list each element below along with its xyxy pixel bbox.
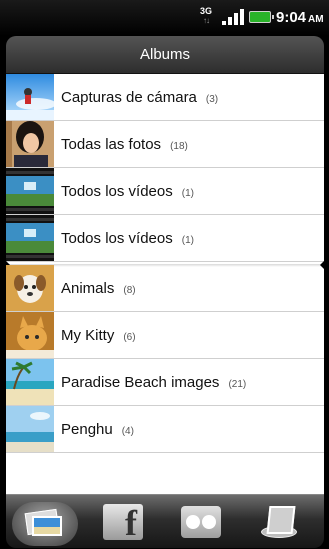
album-row[interactable]: Penghu (4) bbox=[6, 406, 324, 453]
tab-gallery[interactable] bbox=[12, 502, 78, 546]
puppy-thumbnail bbox=[6, 265, 54, 311]
tab-flickr[interactable] bbox=[168, 495, 234, 549]
album-count: (8) bbox=[123, 285, 136, 296]
skydiver-thumbnail bbox=[6, 74, 54, 120]
kitten-thumbnail bbox=[6, 312, 54, 358]
page-title: Albums bbox=[139, 46, 191, 63]
album-row[interactable]: Animals (8) bbox=[6, 265, 324, 312]
album-name: Todos los vídeos bbox=[61, 230, 173, 247]
clock: 9:04 AM bbox=[276, 9, 324, 26]
clock-ampm: AM bbox=[308, 14, 324, 25]
album-row[interactable]: Capturas de cámara (3) bbox=[6, 74, 324, 121]
portrait-thumbnail bbox=[6, 121, 54, 167]
album-row[interactable]: Todos los vídeos (1) bbox=[6, 168, 324, 215]
album-row[interactable]: Todos los vídeos (1) bbox=[6, 215, 324, 262]
tab-upload[interactable] bbox=[246, 495, 312, 549]
flickr-icon bbox=[181, 506, 221, 538]
album-count: (6) bbox=[123, 332, 136, 343]
gallery-icon bbox=[24, 508, 64, 537]
album-name: Capturas de cámara bbox=[61, 89, 197, 106]
beach-thumbnail bbox=[6, 359, 54, 405]
album-name: My Kitty bbox=[61, 327, 115, 344]
album-count: (1) bbox=[181, 235, 194, 246]
tab-facebook[interactable]: f bbox=[90, 495, 156, 549]
album-name: Penghu bbox=[61, 421, 113, 438]
album-count: (4) bbox=[121, 426, 134, 437]
data-activity-icon: ↑↓ bbox=[203, 16, 210, 25]
album-row[interactable]: Paradise Beach images (21) bbox=[6, 359, 324, 406]
network-indicator: 3G ↑↓ bbox=[199, 7, 213, 27]
album-count: (18) bbox=[170, 141, 188, 152]
battery-icon bbox=[249, 11, 274, 23]
upload-icon bbox=[259, 502, 299, 542]
album-count: (3) bbox=[205, 94, 219, 105]
album-row[interactable]: Todas las fotos (18) bbox=[6, 121, 324, 168]
facebook-icon: f bbox=[103, 504, 143, 540]
status-bar: 3G ↑↓ 9:04 AM bbox=[0, 0, 329, 36]
network-type: 3G bbox=[199, 6, 212, 16]
seaside-thumbnail bbox=[6, 406, 54, 452]
title-bar: Albums bbox=[6, 36, 324, 74]
bottom-tab-bar: f bbox=[6, 494, 324, 548]
album-name: Paradise Beach images bbox=[61, 374, 220, 391]
clock-time: 9:04 bbox=[276, 9, 307, 26]
album-name: Animals bbox=[61, 280, 115, 297]
video-thumbnail bbox=[6, 168, 54, 214]
album-name: Todas las fotos bbox=[61, 136, 162, 153]
album-row[interactable]: My Kitty (6) bbox=[6, 312, 324, 359]
album-count: (1) bbox=[181, 188, 194, 199]
signal-bars-icon bbox=[222, 9, 244, 25]
album-count: (21) bbox=[228, 379, 247, 390]
album-list[interactable]: Capturas de cámara (3) Todas las fotos (18… bbox=[6, 74, 324, 494]
album-name: Todos los vídeos bbox=[61, 183, 173, 200]
video-thumbnail bbox=[6, 215, 54, 261]
